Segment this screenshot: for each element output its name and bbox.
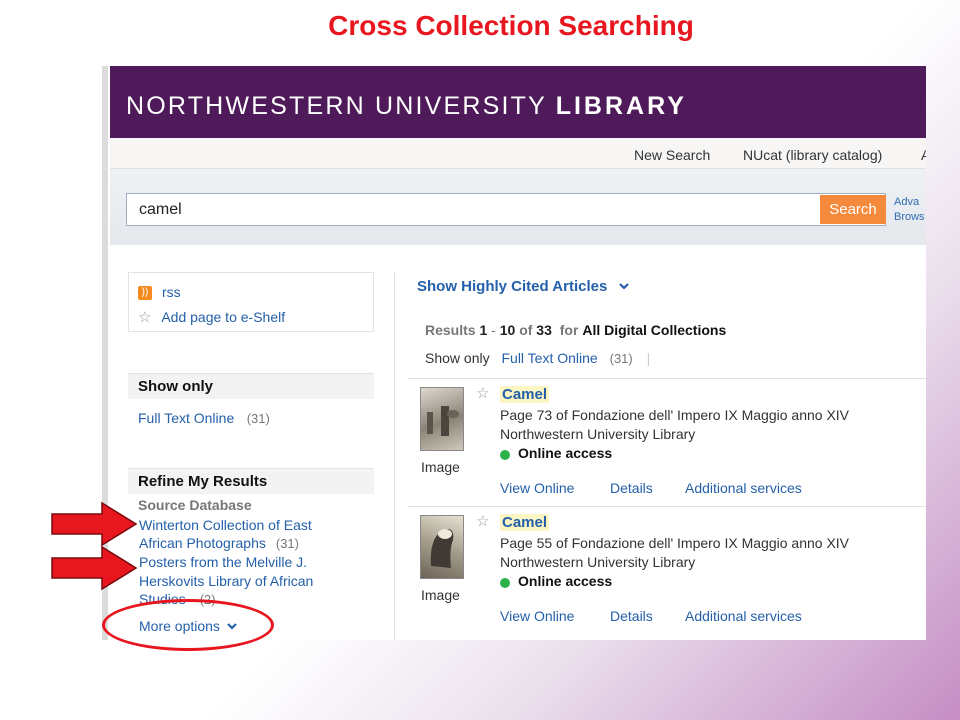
result-access: Online access [518, 445, 613, 461]
new-search-link[interactable]: New Search [634, 147, 710, 163]
search-area: Search Adva Brows [110, 169, 926, 245]
photo-camel-head [430, 529, 454, 568]
result-source: Page 73 of Fondazione dell' Impero IX Ma… [500, 407, 850, 423]
full-text-count: (31) [246, 411, 270, 426]
full-text-link: Full Text Online [138, 410, 235, 426]
source-line: Winterton Collection of East [139, 517, 312, 533]
search-options: Adva Brows [894, 195, 925, 225]
results-total: 33 [536, 322, 552, 338]
details-link[interactable]: Details [610, 480, 653, 496]
save-star-icon[interactable]: ☆ [476, 512, 489, 530]
results-to: 10 [499, 322, 516, 338]
top-nav: New Search NUcat (library catalog) A [110, 138, 926, 169]
full-text-filter-link[interactable]: Full Text Online [501, 350, 597, 366]
show-only-label: Show only [425, 350, 490, 366]
library-banner: NORTHWESTERN UNIVERSITY LIBRARY [110, 66, 926, 138]
online-status-icon [500, 450, 510, 460]
nucat-link[interactable]: NUcat (library catalog) [743, 147, 882, 163]
result-type: Image [421, 587, 460, 603]
result-library: Northwestern University Library [500, 426, 696, 442]
logo-text-bold: LIBRARY [555, 92, 687, 120]
additional-services-link[interactable]: Additional services [685, 480, 802, 496]
chevron-down-icon [618, 283, 629, 290]
nav-link-truncated[interactable]: A [921, 147, 926, 163]
full-text-filter-count: (31) [609, 351, 633, 366]
source-line: Posters from the Melville J. [139, 554, 308, 570]
save-star-icon[interactable]: ☆ [476, 384, 489, 402]
result-thumbnail[interactable] [420, 515, 464, 579]
annotation-arrow-winterton [51, 501, 138, 547]
result-title[interactable]: Camel [500, 386, 550, 403]
rss-label: rss [162, 284, 181, 300]
logo-text-light: NORTHWESTERN UNIVERSITY [126, 92, 556, 120]
search-input[interactable] [126, 193, 886, 226]
details-link[interactable]: Details [610, 608, 653, 624]
view-online-link[interactable]: View Online [500, 480, 574, 496]
facet-source-winterton[interactable]: Winterton Collection of East African Pho… [139, 516, 369, 553]
results-of: of [519, 322, 533, 338]
star-icon: ☆ [138, 309, 152, 326]
result-title[interactable]: Camel [500, 514, 550, 531]
result-access: Online access [518, 573, 613, 589]
result-library: Northwestern University Library [500, 554, 696, 570]
online-status-icon [500, 578, 510, 588]
column-divider [394, 272, 395, 640]
show-only-bar: Show only Full Text Online (31) | [425, 350, 650, 366]
results-for: for [559, 322, 579, 338]
rss-icon: )) [138, 286, 152, 300]
library-screenshot: NORTHWESTERN UNIVERSITY LIBRARY New Sear… [102, 66, 926, 640]
annotation-circle-more-options [102, 599, 274, 651]
view-online-link[interactable]: View Online [500, 608, 574, 624]
result-type: Image [421, 459, 460, 475]
source-count: (31) [275, 536, 299, 551]
slide-title: Cross Collection Searching [328, 10, 694, 41]
annotation-arrow-herskovits [51, 545, 138, 591]
results-count: Results 1 - 10 of 33 for All Digital Col… [425, 322, 726, 338]
eshelf-label: Add page to e-Shelf [161, 309, 286, 325]
library-logo[interactable]: NORTHWESTERN UNIVERSITY LIBRARY [126, 92, 687, 121]
sidebar-full-text-facet[interactable]: Full Text Online (31) [138, 410, 270, 428]
photo-camel-figures [427, 406, 459, 436]
refine-heading: Refine My Results [128, 468, 374, 494]
results-word: Results [425, 322, 476, 338]
browse-search-link[interactable]: Brows [894, 210, 925, 225]
advanced-search-link[interactable]: Adva [894, 195, 925, 210]
result-thumbnail[interactable] [420, 387, 464, 451]
add-to-eshelf-link[interactable]: ☆ Add page to e-Shelf [138, 308, 285, 326]
source-database-label: Source Database [138, 497, 252, 513]
result-item: Image ☆ Camel Page 55 of Fondazione dell… [408, 506, 926, 633]
search-button[interactable]: Search [820, 195, 886, 224]
highly-cited-label: Show Highly Cited Articles [417, 278, 608, 295]
results-dash: - [491, 322, 496, 338]
show-only-heading: Show only [128, 373, 374, 399]
source-line: Herskovits Library of African [139, 572, 314, 589]
highly-cited-toggle[interactable]: Show Highly Cited Articles [417, 278, 630, 296]
additional-services-link[interactable]: Additional services [685, 608, 802, 624]
results-collection: All Digital Collections [582, 322, 727, 338]
result-source: Page 55 of Fondazione dell' Impero IX Ma… [500, 535, 850, 551]
results-from: 1 [479, 322, 488, 338]
separator: | [646, 350, 651, 366]
result-item: Image ☆ Camel Page 73 of Fondazione dell… [408, 378, 926, 505]
source-line: African Photographs [139, 535, 266, 551]
